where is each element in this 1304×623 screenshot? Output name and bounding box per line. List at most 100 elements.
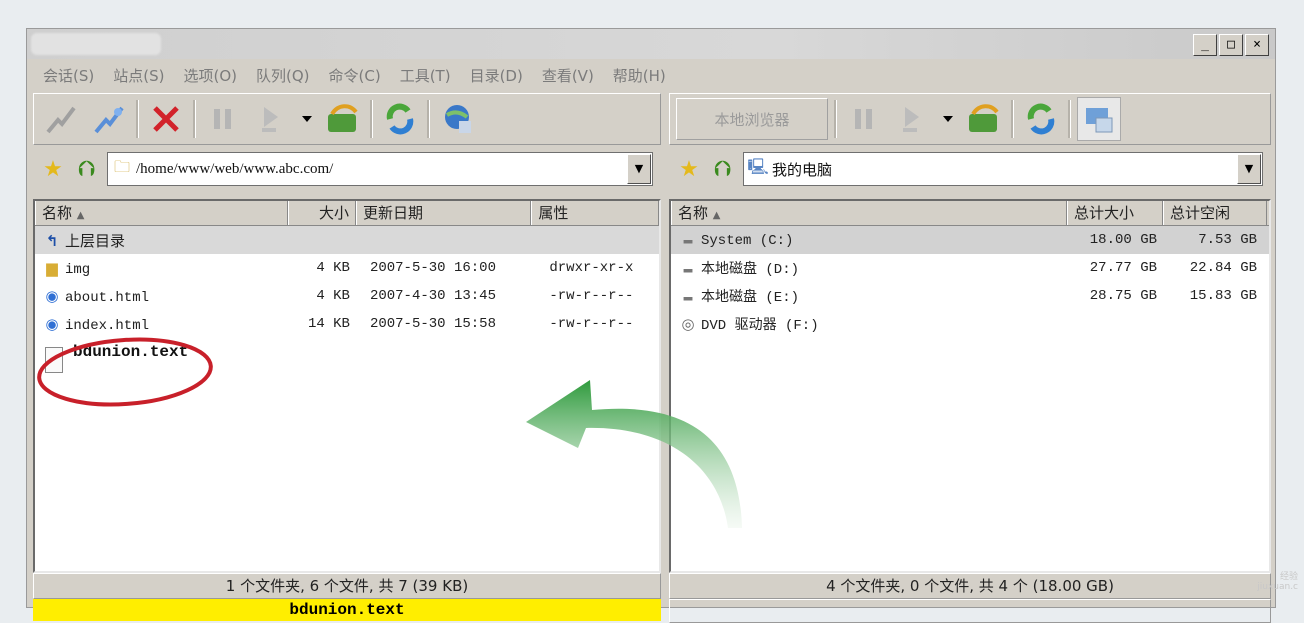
remote-file-list[interactable]: 名称 ▲ 大小 更新日期 属性 ↰ 上层目录 ▆ img 4 KB 2007-5-3… bbox=[33, 199, 661, 573]
menu-options[interactable]: 选项(O) bbox=[175, 63, 245, 87]
local-status-secondary bbox=[669, 599, 1271, 623]
file-size: 14 KB bbox=[307, 316, 350, 332]
menu-sites[interactable]: 站点(S) bbox=[105, 63, 172, 87]
quick-connect-icon[interactable] bbox=[88, 98, 130, 140]
sync-icon[interactable] bbox=[379, 98, 421, 140]
uploaded-file-name[interactable]: bdunion.text bbox=[73, 343, 188, 361]
up-folder-icon[interactable]: ⮉ bbox=[709, 157, 737, 182]
col-date[interactable]: 更新日期 bbox=[355, 201, 532, 225]
minimize-button[interactable]: _ bbox=[1193, 34, 1217, 56]
file-name: about.html bbox=[65, 289, 150, 306]
sync-icon[interactable] bbox=[1020, 98, 1062, 140]
menu-view[interactable]: 查看(V) bbox=[534, 63, 602, 87]
col-attr[interactable]: 属性 bbox=[531, 201, 659, 225]
path-dropdown-button[interactable]: ▼ bbox=[1237, 154, 1261, 184]
drive-total: 27.77 GB bbox=[1089, 260, 1157, 276]
drive-total: 18.00 GB bbox=[1089, 232, 1157, 248]
menu-tools[interactable]: 工具(T) bbox=[392, 63, 459, 87]
folder-icon: ▆ bbox=[46, 260, 58, 278]
blurred-title bbox=[31, 33, 161, 55]
drive-name: System (C:) bbox=[701, 232, 794, 249]
remote-column-header: 名称 ▲ 大小 更新日期 属性 bbox=[35, 201, 659, 226]
local-path-input[interactable]: 🖳 我的电脑 ▼ bbox=[743, 152, 1263, 186]
list-item[interactable]: ◎ DVD 驱动器 (F:) bbox=[671, 310, 1269, 338]
local-computer-icon[interactable] bbox=[1077, 97, 1121, 141]
col-name[interactable]: 名称 ▲ bbox=[671, 201, 1067, 225]
file-attr: -rw-r--r-- bbox=[549, 316, 634, 332]
remote-toolbar bbox=[33, 93, 661, 145]
drive-free: 7.53 GB bbox=[1198, 232, 1257, 248]
list-item[interactable]: ↰ 上层目录 bbox=[35, 226, 659, 254]
transfer-icon[interactable] bbox=[250, 98, 292, 140]
menu-command[interactable]: 命令(C) bbox=[321, 63, 389, 87]
close-button[interactable]: × bbox=[1245, 34, 1269, 56]
drive-icon: ▬ bbox=[683, 231, 693, 249]
local-column-header: 名称 ▲ 总计大小 总计空闲 bbox=[671, 201, 1269, 226]
list-item[interactable]: ▬ 本地磁盘 (E:) 28.75 GB 15.83 GB bbox=[671, 282, 1269, 310]
file-date: 2007-4-30 13:45 bbox=[369, 288, 496, 304]
list-item[interactable]: ▬ 本地磁盘 (D:) 27.77 GB 22.84 GB bbox=[671, 254, 1269, 282]
title-bar: _ □ × bbox=[27, 29, 1275, 59]
my-computer-icon: 🖳 bbox=[747, 156, 769, 176]
html-file-icon: ◉ bbox=[45, 316, 59, 334]
refresh-icon[interactable] bbox=[963, 98, 1005, 140]
file-name: 上层目录 bbox=[65, 231, 126, 250]
file-date: 2007-5-30 16:00 bbox=[369, 260, 496, 276]
col-total-free[interactable]: 总计空闲 bbox=[1163, 201, 1267, 225]
local-status: 4 个文件夹, 0 个文件, 共 4 个 (18.00 GB) bbox=[669, 573, 1271, 599]
pause-icon[interactable] bbox=[202, 98, 244, 140]
path-dropdown-button[interactable]: ▼ bbox=[627, 154, 651, 184]
site-manager-icon[interactable] bbox=[436, 98, 478, 140]
remote-pane: ★ ⮉ 🗀 /home/www/web/www.abc.com/ ▼ 名称 ▲ … bbox=[33, 93, 661, 623]
ftp-client-window: _ □ × 会话(S) 站点(S) 选项(O) 队列(Q) 命令(C) 工具(T… bbox=[26, 28, 1276, 623]
drive-name: DVD 驱动器 (F:) bbox=[701, 318, 819, 334]
remote-path-input[interactable]: 🗀 /home/www/web/www.abc.com/ ▼ bbox=[107, 152, 653, 186]
html-file-icon: ◉ bbox=[45, 288, 59, 306]
drive-icon: ▬ bbox=[683, 289, 693, 306]
drive-free: 15.83 GB bbox=[1189, 288, 1257, 304]
dropdown-icon[interactable] bbox=[298, 98, 316, 140]
file-size: 4 KB bbox=[316, 260, 350, 276]
dropdown-icon[interactable] bbox=[939, 98, 957, 140]
list-item[interactable]: ▆ img 4 KB 2007-5-30 16:00 drwxr-xr-x bbox=[35, 254, 659, 282]
menu-queue[interactable]: 队列(Q) bbox=[248, 63, 318, 87]
remote-path-text: /home/www/web/www.abc.com/ bbox=[136, 160, 334, 177]
pause-icon[interactable] bbox=[843, 98, 885, 140]
favorites-star-icon[interactable]: ★ bbox=[675, 157, 703, 182]
list-item[interactable]: ◉ about.html 4 KB 2007-4-30 13:45 -rw-r--… bbox=[35, 282, 659, 310]
text-file-icon bbox=[45, 347, 63, 373]
maximize-button[interactable]: □ bbox=[1219, 34, 1243, 56]
menu-directory[interactable]: 目录(D) bbox=[462, 63, 531, 87]
menu-session[interactable]: 会话(S) bbox=[35, 63, 102, 87]
up-folder-icon[interactable]: ⮉ bbox=[73, 157, 101, 182]
file-size: 4 KB bbox=[316, 288, 350, 304]
watermark: 经验 jiuxuan.c bbox=[1257, 572, 1298, 592]
favorites-star-icon[interactable]: ★ bbox=[39, 157, 67, 182]
remote-status: 1 个文件夹, 6 个文件, 共 7 (39 KB) bbox=[33, 573, 661, 599]
file-name: index.html bbox=[65, 317, 150, 334]
drive-icon: ▬ bbox=[683, 261, 693, 278]
col-size[interactable]: 大小 bbox=[288, 201, 356, 225]
menu-bar: 会话(S) 站点(S) 选项(O) 队列(Q) 命令(C) 工具(T) 目录(D… bbox=[35, 63, 677, 87]
file-date: 2007-5-30 15:58 bbox=[369, 316, 496, 332]
file-name: img bbox=[65, 261, 91, 278]
refresh-icon[interactable] bbox=[322, 98, 364, 140]
transfer-icon[interactable] bbox=[891, 98, 933, 140]
drive-free: 22.84 GB bbox=[1189, 260, 1257, 276]
col-total-size[interactable]: 总计大小 bbox=[1067, 201, 1163, 225]
list-item[interactable]: ◉ index.html 14 KB 2007-5-30 15:58 -rw-r-… bbox=[35, 310, 659, 338]
remote-path-bar: ★ ⮉ 🗀 /home/www/web/www.abc.com/ ▼ bbox=[33, 149, 661, 189]
local-toolbar: 本地浏览器 bbox=[669, 93, 1271, 145]
folder-icon: 🗀 bbox=[113, 156, 130, 176]
disconnect-icon[interactable] bbox=[145, 98, 187, 140]
col-name[interactable]: 名称 ▲ bbox=[35, 201, 289, 225]
list-item[interactable]: ▬ System (C:) 18.00 GB 7.53 GB bbox=[671, 226, 1269, 254]
parent-dir-icon: ↰ bbox=[45, 231, 59, 250]
drive-total: 28.75 GB bbox=[1089, 288, 1157, 304]
connect-icon[interactable] bbox=[40, 98, 82, 140]
local-path-text: 我的电脑 bbox=[772, 160, 833, 179]
local-file-list[interactable]: 名称 ▲ 总计大小 总计空闲 ▬ System (C:) 18.00 GB 7.5… bbox=[669, 199, 1271, 573]
local-path-bar: ★ ⮉ 🖳 我的电脑 ▼ bbox=[669, 149, 1271, 189]
menu-help[interactable]: 帮助(H) bbox=[605, 63, 674, 87]
local-browser-button[interactable]: 本地浏览器 bbox=[676, 98, 828, 140]
